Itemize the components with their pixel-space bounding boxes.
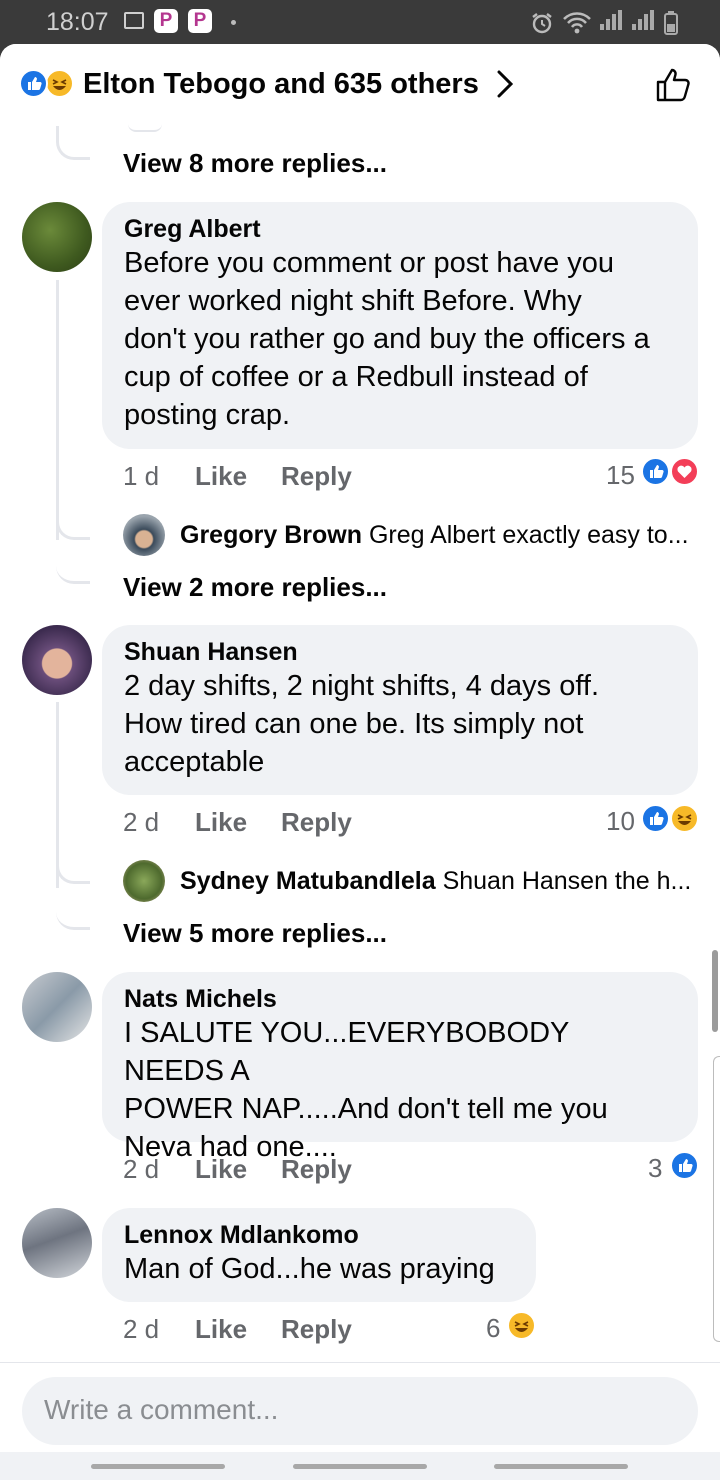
comment-input[interactable]: Write a comment... [22, 1377, 698, 1445]
comment-bubble[interactable]: Nats Michels I SALUTE YOU...EVERYBOBODY … [102, 972, 698, 1163]
comment-author[interactable]: Shuan Hansen [124, 637, 676, 667]
system-navigation-bar [0, 1452, 720, 1480]
reaction-count[interactable]: 15 [606, 460, 635, 491]
comment-line: I SALUTE YOU...EVERYBOBODY NEEDS A [124, 1017, 569, 1087]
thumbs-up-icon[interactable] [654, 64, 694, 104]
thread-line [56, 534, 90, 584]
thread-line [56, 880, 90, 930]
gallery-notification-icon [124, 12, 144, 29]
comment-time[interactable]: 2 d [123, 807, 159, 838]
haha-icon [670, 804, 699, 833]
comment-line: Man of God...he was praying [124, 1253, 495, 1285]
reply-button[interactable]: Reply [281, 807, 352, 838]
reaction-count[interactable]: 3 [648, 1153, 662, 1184]
haha-icon [507, 1311, 536, 1340]
comment-line: ever worked night shift Before. Why [124, 285, 582, 317]
like-icon [19, 69, 48, 98]
comment-line: don't you rather go and buy the officers… [124, 323, 650, 355]
comment-text: I SALUTE YOU...EVERYBOBODY NEEDS A POWER… [124, 1014, 676, 1166]
love-icon [670, 457, 699, 486]
more-notifications-icon [231, 20, 236, 25]
status-time: 18:07 [46, 8, 109, 36]
reply-button[interactable]: Reply [281, 1154, 352, 1185]
comments-sheet: Elton Tebogo and 635 others View 8 more … [0, 44, 720, 1480]
status-bar: 18:07 P P [0, 0, 720, 44]
reply-text: Greg Albert exactly easy to... [368, 521, 689, 549]
battery-icon [664, 11, 678, 35]
nav-recents-button[interactable] [91, 1464, 225, 1469]
comment-text: Before you comment or post have you ever… [124, 244, 676, 434]
comment-author[interactable]: Nats Michels [124, 984, 676, 1014]
avatar[interactable] [123, 860, 165, 902]
avatar[interactable] [22, 1208, 92, 1278]
reply-button[interactable]: Reply [281, 1314, 352, 1345]
comment-placeholder: Write a comment... [44, 1394, 279, 1425]
comment-line: 2 day shifts, 2 night shifts, 4 days off… [124, 670, 600, 702]
reply-avatar-partial [128, 124, 162, 132]
like-button[interactable]: Like [195, 461, 247, 492]
like-icon [641, 457, 670, 486]
comment-time[interactable]: 2 d [123, 1314, 159, 1345]
comment-text: 2 day shifts, 2 night shifts, 4 days off… [124, 667, 676, 781]
avatar[interactable] [22, 202, 92, 272]
reply-text: Shuan Hansen the h... [442, 867, 692, 895]
like-button[interactable]: Like [195, 1314, 247, 1345]
app-notification-icon: P [154, 9, 178, 33]
comment-line: acceptable [124, 746, 265, 778]
nav-home-button[interactable] [293, 1464, 427, 1469]
system-icons [530, 10, 678, 35]
view-more-replies[interactable]: View 8 more replies... [123, 148, 387, 179]
comment-line: POWER NAP.....And don't tell me you [124, 1093, 608, 1125]
view-more-replies[interactable]: View 5 more replies... [123, 918, 387, 949]
comment-bubble[interactable]: Greg Albert Before you comment or post h… [102, 202, 698, 449]
signal-icon [600, 10, 624, 35]
comment-bubble[interactable]: Shuan Hansen 2 day shifts, 2 night shift… [102, 625, 698, 795]
thread-line [56, 126, 90, 160]
comment-bubble[interactable]: Lennox Mdlankomo Man of God...he was pra… [102, 1208, 536, 1302]
reactions-summary[interactable]: Elton Tebogo and 635 others [83, 68, 479, 101]
comment-line: How tired can one be. Its simply not [124, 708, 584, 740]
scrollbar[interactable] [712, 950, 718, 1032]
reply-preview[interactable]: Gregory Brown Greg Albert exactly easy t… [180, 521, 689, 550]
avatar[interactable] [123, 514, 165, 556]
comment-line: Before you comment or post have you [124, 247, 615, 279]
view-more-replies[interactable]: View 2 more replies... [123, 572, 387, 603]
reply-author[interactable]: Gregory Brown [180, 521, 362, 549]
comment-time[interactable]: 2 d [123, 1154, 159, 1185]
app-notification-icon: P [188, 9, 212, 33]
comment-time[interactable]: 1 d [123, 461, 159, 492]
reaction-count[interactable]: 10 [606, 806, 635, 837]
comment-author[interactable]: Greg Albert [124, 214, 676, 244]
like-icon [670, 1151, 699, 1180]
reactions-header[interactable]: Elton Tebogo and 635 others [0, 44, 720, 126]
haha-icon [45, 69, 74, 98]
chevron-right-icon[interactable] [494, 67, 516, 101]
comment-line: posting crap. [124, 399, 291, 431]
reply-button[interactable]: Reply [281, 461, 352, 492]
nav-back-button[interactable] [494, 1464, 628, 1469]
alarm-icon [532, 13, 552, 34]
reply-preview[interactable]: Sydney Matubandlela Shuan Hansen the h..… [180, 867, 691, 896]
comment-text: Man of God...he was praying [124, 1250, 514, 1288]
avatar[interactable] [22, 625, 92, 695]
scroll-track [713, 1056, 720, 1342]
reply-author[interactable]: Sydney Matubandlela [180, 867, 436, 895]
like-button[interactable]: Like [195, 807, 247, 838]
like-icon [641, 804, 670, 833]
signal-icon [632, 10, 656, 35]
like-button[interactable]: Like [195, 1154, 247, 1185]
reaction-count[interactable]: 6 [486, 1313, 500, 1344]
avatar[interactable] [22, 972, 92, 1042]
wifi-icon [563, 12, 591, 34]
thread-line [56, 484, 90, 540]
thread-line [56, 834, 90, 884]
comment-author[interactable]: Lennox Mdlankomo [124, 1220, 514, 1250]
comment-line: cup of coffee or a Redbull instead of [124, 361, 588, 393]
